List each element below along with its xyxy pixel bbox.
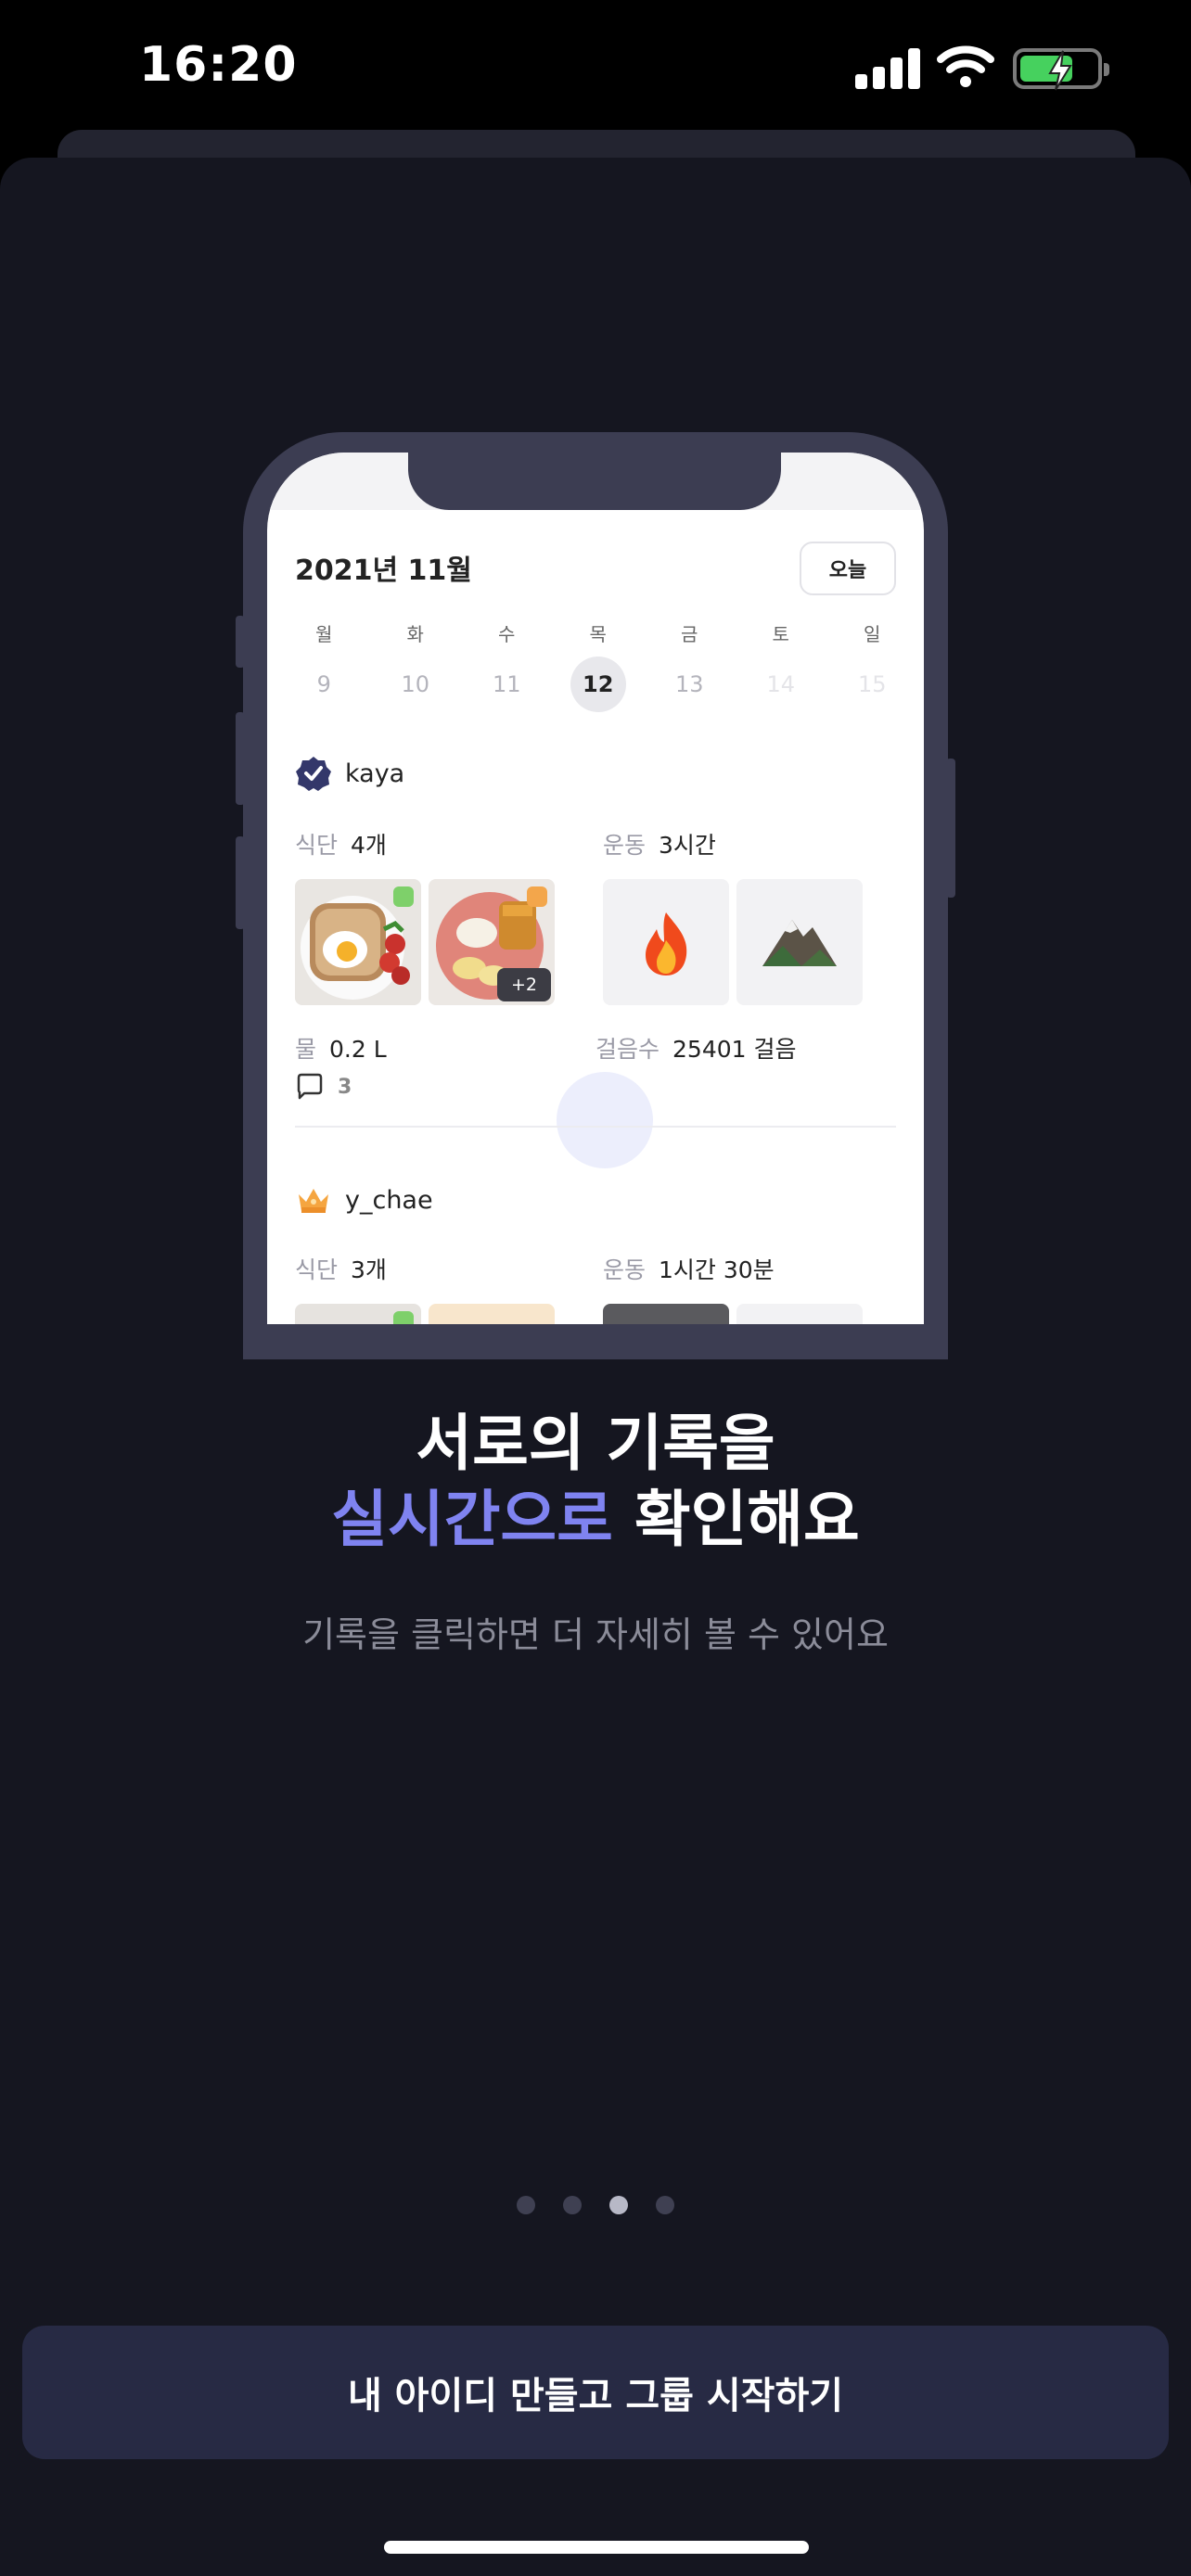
meal-count: 식단 3개: [295, 1256, 387, 1283]
phone-mockup-screen: 2021년 11월 오늘 월9 화 10 수 11 목 12 금 13 토 14 일 15 …: [267, 453, 924, 1324]
phone-side-button: [946, 759, 955, 898]
subheadline: 기록을 클릭하면 더 자세히 볼 수 있어요: [302, 1614, 889, 1655]
exercise-duration: 운동 3시간: [603, 832, 716, 859]
page-dot[interactable]: [563, 2196, 582, 2214]
page-dot[interactable]: [517, 2196, 535, 2214]
headline-line2: 실시간으로 확인해요: [331, 1484, 860, 1555]
day-sat: 토 14: [766, 623, 796, 697]
meal-photo: [295, 879, 421, 1005]
water-amount: 물 0.2 L: [295, 1036, 387, 1063]
headline: 서로의 기록을 실시간으로 확인해요: [0, 1406, 1191, 1558]
exercise-fire-tile: [603, 879, 729, 1005]
home-indicator[interactable]: [384, 2541, 809, 2554]
extra-photos-count: +2: [497, 968, 551, 1001]
exercise-mountain-tile: [736, 879, 863, 1005]
tap-indicator: [557, 1072, 653, 1168]
phone-notch: [408, 453, 781, 510]
exercise-photo: [603, 1304, 729, 1324]
page-dot[interactable]: [656, 2196, 674, 2214]
crown-icon: [299, 1189, 328, 1213]
verified-badge-icon: [296, 757, 331, 791]
user-header-y_chae: y_chae: [295, 1181, 433, 1218]
username: y_chae: [345, 1185, 433, 1215]
wifi-icon: [937, 45, 994, 87]
meal-photo: [429, 1304, 555, 1324]
headline-accent: 실시간으로: [331, 1484, 613, 1555]
day-fri: 금 13: [674, 623, 704, 697]
comment-count: 3: [295, 1072, 352, 1102]
phone-side-button: [236, 836, 245, 929]
meal-count: 식단 4개: [295, 832, 387, 859]
phone-side-button: [236, 712, 245, 805]
meal-photo: [295, 1304, 421, 1324]
fire-icon: [646, 912, 687, 976]
onboarding-sheet: 2021년 11월 오늘 월9 화 10 수 11 목 12 금 13 토 14 일 15 …: [0, 158, 1191, 2576]
headline-line1: 서로의 기록을: [416, 1408, 775, 1479]
comment-icon: [297, 1073, 323, 1100]
page-dot-active[interactable]: [609, 2196, 628, 2214]
mountain-icon: [762, 920, 837, 966]
cellular-signal-icon: [855, 46, 920, 89]
status-time: 16:20: [139, 37, 298, 93]
status-bar: 16:20: [0, 0, 1191, 139]
phone-side-button: [236, 616, 245, 668]
exercise-photo: [736, 1304, 863, 1324]
divider: [295, 1126, 896, 1128]
username: kaya: [345, 759, 405, 788]
page-indicator: [0, 2196, 1191, 2214]
exercise-duration: 운동 1시간 30분: [603, 1256, 775, 1283]
battery-charging-icon: [1013, 48, 1109, 91]
meal-photo: +2: [429, 879, 555, 1005]
day-mon: 월9: [315, 623, 333, 697]
week-strip: 월9 화 10 수 11 목 12 금 13 토 14 일 15: [278, 619, 918, 712]
calendar-month: 2021년 11월: [295, 555, 472, 587]
user-header-kaya: kaya: [295, 755, 404, 792]
day-tue: 화 10: [401, 623, 430, 697]
create-id-start-group-button[interactable]: 내 아이디 만들고 그룹 시작하기: [22, 2326, 1169, 2459]
today-button: 오늘: [800, 542, 896, 595]
day-sun: 일 15: [857, 623, 887, 697]
day-thu-selected: 목 12: [553, 619, 645, 712]
day-wed: 수 11: [492, 623, 521, 697]
step-count: 걸음수 25401 걸음: [596, 1036, 797, 1063]
